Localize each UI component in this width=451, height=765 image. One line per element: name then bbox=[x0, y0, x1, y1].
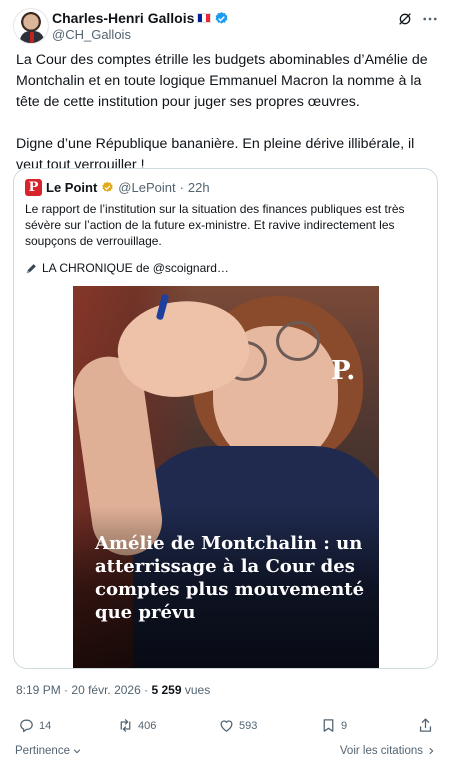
meta-separator-1: · bbox=[64, 683, 69, 697]
reply-button[interactable]: 14 bbox=[18, 717, 51, 734]
chronique-label: LA CHRONIQUE de @scoignard… bbox=[42, 261, 229, 275]
tweet-date[interactable]: 20 févr. 2026 bbox=[71, 683, 140, 697]
avatar-tie bbox=[30, 32, 34, 43]
quoted-separator: · bbox=[179, 180, 184, 195]
chevron-right-icon bbox=[429, 747, 434, 755]
views-label: vues bbox=[184, 683, 211, 697]
pen-icon bbox=[26, 263, 36, 273]
meta-separator-2: · bbox=[144, 683, 149, 697]
share-icon bbox=[419, 718, 432, 732]
author-name[interactable]: Charles-Henri Gallois bbox=[52, 10, 194, 26]
share-button[interactable] bbox=[417, 717, 434, 734]
quoted-tweet[interactable]: P Le Point @LePoint · 22h Le rapport de … bbox=[13, 168, 438, 669]
quoted-handle: @LePoint bbox=[118, 180, 176, 195]
like-button[interactable]: 593 bbox=[218, 717, 257, 734]
reply-icon bbox=[20, 719, 33, 733]
reply-count: 14 bbox=[39, 719, 52, 732]
france-flag-icon bbox=[197, 13, 212, 23]
author-avatar[interactable] bbox=[13, 8, 49, 44]
repost-count: 406 bbox=[138, 719, 157, 732]
quoted-avatar: P bbox=[25, 179, 42, 196]
author-name-row: Charles-Henri Gallois bbox=[52, 10, 229, 26]
tweet-time[interactable]: 8:19 PM bbox=[16, 683, 61, 697]
tweet-paragraph-1: La Cour des comptes étrille les budgets … bbox=[16, 52, 428, 110]
article-image[interactable]: P. Amélie de Montchalin : un atterrissag… bbox=[73, 286, 379, 668]
quoted-name: Le Point bbox=[46, 180, 98, 195]
author-handle[interactable]: @CH_Gallois bbox=[52, 27, 131, 42]
more-icon[interactable] bbox=[421, 10, 439, 28]
flag-red bbox=[206, 14, 211, 22]
bookmark-button[interactable]: 9 bbox=[320, 717, 347, 734]
quoted-time: 22h bbox=[187, 180, 210, 195]
sort-label: Pertinence bbox=[15, 745, 70, 757]
bookmark-count: 9 bbox=[341, 719, 348, 732]
repost-icon bbox=[120, 719, 131, 732]
like-icon bbox=[220, 720, 233, 732]
tweet-header: Charles-Henri Gallois @CH_Gallois bbox=[13, 8, 441, 44]
business-verified-icon bbox=[102, 181, 113, 192]
tweet-meta: 8:19 PM · 20 févr. 2026 · 5 259 vues bbox=[16, 683, 210, 697]
action-bar: 14 406 593 9 bbox=[0, 717, 451, 741]
views-count: 5 259 bbox=[151, 683, 182, 697]
image-glasses-right bbox=[276, 321, 320, 361]
replies-footer: Pertinence Voir les citations bbox=[0, 743, 451, 763]
grok-icon[interactable] bbox=[397, 11, 413, 27]
like-count: 593 bbox=[239, 719, 258, 732]
chevron-down-icon bbox=[73, 749, 81, 754]
lepoint-logo: P. bbox=[331, 356, 356, 386]
bookmark-icon bbox=[323, 719, 334, 732]
quoted-chronique: LA CHRONIQUE de @scoignard… bbox=[25, 261, 229, 275]
sort-dropdown[interactable]: Pertinence bbox=[15, 745, 82, 757]
quoted-text: Le rapport de l’institution sur la situa… bbox=[25, 202, 405, 248]
quotes-link-label: Voir les citations bbox=[339, 745, 423, 757]
article-headline: Amélie de Montchalin : un atterrissage à… bbox=[95, 533, 365, 623]
quoted-header: P Le Point @LePoint · 22h bbox=[25, 179, 210, 196]
repost-button[interactable]: 406 bbox=[117, 717, 156, 734]
quotes-link[interactable]: Voir les citations bbox=[340, 745, 436, 757]
verified-badge-icon bbox=[215, 11, 228, 24]
